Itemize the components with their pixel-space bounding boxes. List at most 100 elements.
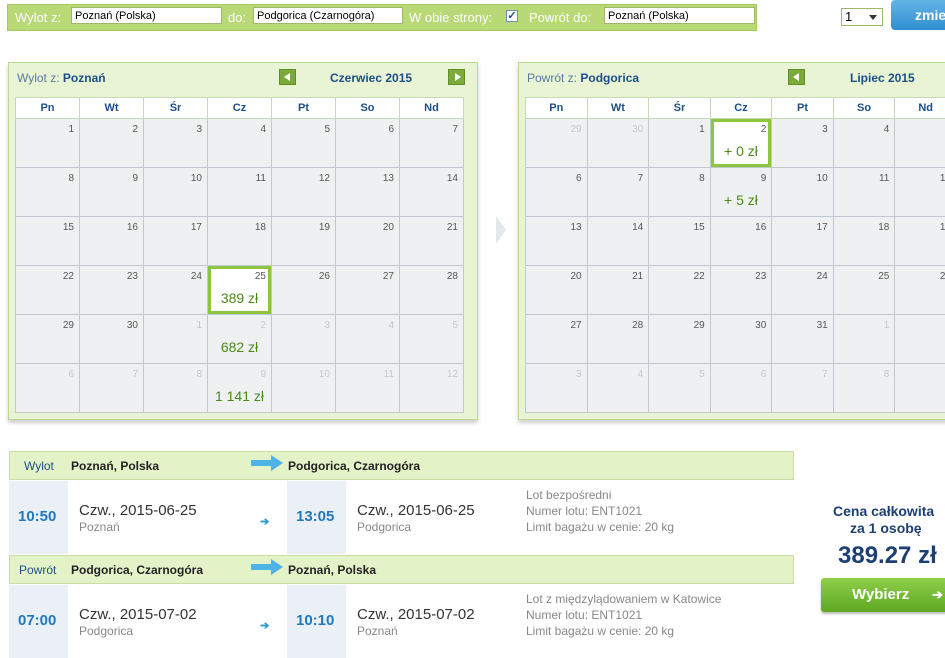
price-summary: Cena całkowita za 1 osobę 389.27 zł Wybi… (795, 451, 945, 654)
calendar-day: 1 (833, 315, 895, 364)
day-number: 5 (452, 320, 458, 331)
calendar-day: 22 (649, 266, 710, 315)
day-number: 16 (127, 222, 138, 233)
outbound-flight-row: 10:50 Czw., 2015-06-25 Poznań ➔ 13:05 Cz… (9, 481, 794, 554)
day-number: 22 (63, 271, 74, 282)
day-number: 1 (68, 124, 74, 135)
calendar-day-with-price[interactable]: 2+ 0 zł (710, 119, 772, 168)
prev-month-button[interactable] (279, 69, 296, 85)
day-number: 24 (191, 271, 202, 282)
from-input[interactable]: Poznań (Polska) (71, 7, 222, 24)
calendar-day: 19 (272, 217, 336, 266)
day-number: 14 (447, 173, 458, 184)
calendar-day-with-price[interactable]: 9+ 5 zł (710, 168, 772, 217)
calendar-day: 1 (649, 119, 710, 168)
calendar-day: 21 (587, 266, 649, 315)
flight-type: Lot bezpośredni (526, 487, 674, 503)
next-month-button[interactable] (448, 69, 465, 85)
calendar-day: 31 (772, 315, 833, 364)
calendar-day: 18 (208, 217, 272, 266)
weekday-header: Nd (895, 98, 945, 119)
day-number: 11 (256, 173, 266, 184)
arrow-right-icon (251, 564, 273, 570)
return-input[interactable]: Poznań (Polska) (604, 7, 755, 24)
day-number: 7 (638, 173, 644, 184)
day-number: 25 (878, 271, 889, 282)
prev-month-button[interactable] (788, 69, 805, 85)
day-number: 8 (68, 173, 74, 184)
calendar-grid: PnWtŚrCzPtSoNd293012+ 0 zł3456789+ 5 zł1… (525, 97, 945, 413)
calendar-week: 1234567 (16, 119, 464, 168)
calendar-day: 29 (16, 315, 80, 364)
calendar-day-with-price[interactable]: 25389 zł (208, 266, 272, 315)
arrow-right-icon: ➔ (932, 578, 943, 611)
persons-value: 1 (845, 9, 852, 24)
calendar-day: 7 (587, 168, 649, 217)
calendar-day: 12 (895, 168, 945, 217)
calendar-day-with-price[interactable]: 91 141 zł (208, 364, 272, 413)
calendar-day-with-price[interactable]: 2682 zł (208, 315, 272, 364)
day-number: 2 (260, 320, 266, 331)
calendar-week: 272829303112 (526, 315, 945, 364)
choose-button-label: Wybierz (852, 586, 909, 603)
day-number: 11 (879, 173, 889, 184)
calendar-day: 6 (16, 364, 80, 413)
total-price-label: Cena całkowita (833, 503, 934, 519)
roundtrip-checkbox[interactable]: ✓ (506, 10, 518, 22)
calendar-day: 24 (144, 266, 208, 315)
day-number: 5 (699, 369, 705, 380)
day-number: 6 (576, 173, 582, 184)
calendar-week: 15161718192021 (16, 217, 464, 266)
day-number: 12 (319, 173, 330, 184)
baggage-limit: Limit bagażu w cenie: 20 kg (526, 623, 721, 639)
calendar-day: 24 (772, 266, 833, 315)
day-number: 19 (319, 222, 330, 233)
calendar-day: 5 (400, 315, 464, 364)
arrival-date: Czw., 2015-07-02 (357, 606, 475, 623)
flight-details: Wylot Poznań, Polska Podgorica, Czarnogó… (9, 451, 796, 654)
calendar-day: 10 (272, 364, 336, 413)
outbound-header: Wylot Poznań, Polska Podgorica, Czarnogó… (9, 451, 794, 480)
chevron-right-icon (496, 216, 506, 244)
day-price: 389 zł (208, 290, 271, 306)
calendar-day: 4 (336, 315, 400, 364)
calendar-day: 6 (336, 119, 400, 168)
day-number: 2 (132, 124, 138, 135)
persons-select[interactable]: 1 (841, 8, 883, 26)
outbound-from: Poznań, Polska (71, 459, 159, 473)
departure-time: 10:50 (18, 508, 56, 525)
calendar-header: Powrót z: Podgorica Lipiec 2015 (519, 63, 945, 93)
from-label: Wylot z: (15, 10, 61, 25)
day-number: 9 (132, 173, 138, 184)
calendar-day: 14 (400, 168, 464, 217)
day-number: 17 (817, 222, 828, 233)
calendar-day: 4 (208, 119, 272, 168)
weekday-header: Śr (144, 98, 208, 119)
departure-time: 07:00 (18, 612, 56, 629)
change-search-button[interactable]: zmie (891, 0, 945, 30)
calendar-week: 293012+ 0 zł345 (526, 119, 945, 168)
calendar-day: 30 (710, 315, 772, 364)
choose-button[interactable]: Wybierz ➔ (821, 578, 945, 612)
day-number: 7 (822, 369, 828, 380)
departure-time-cell: 07:00 (9, 585, 68, 658)
day-number: 5 (324, 124, 330, 135)
calendar-week: 13141516171819 (526, 217, 945, 266)
day-number: 20 (570, 271, 581, 282)
arrow-right-icon: ➔ (260, 619, 269, 632)
calendar-day: 5 (272, 119, 336, 168)
to-input[interactable]: Podgorica (Czarnogóra) (253, 7, 403, 24)
return-from: Podgorica, Czarnogóra (71, 563, 203, 577)
day-number: 21 (632, 271, 643, 282)
departure-city: Poznań (79, 520, 120, 534)
arrow-right-icon (251, 460, 273, 466)
flight-info: Lot z międzylądowaniem w Katowice Numer … (526, 591, 721, 639)
calendar-day: 29 (649, 315, 710, 364)
weekday-header: Wt (587, 98, 649, 119)
day-number: 4 (260, 124, 266, 135)
day-number: 3 (822, 124, 828, 135)
calendar-day: 27 (526, 315, 588, 364)
calendar-day: 2 (895, 315, 945, 364)
calendar-day: 3 (526, 364, 588, 413)
day-number: 6 (68, 369, 74, 380)
